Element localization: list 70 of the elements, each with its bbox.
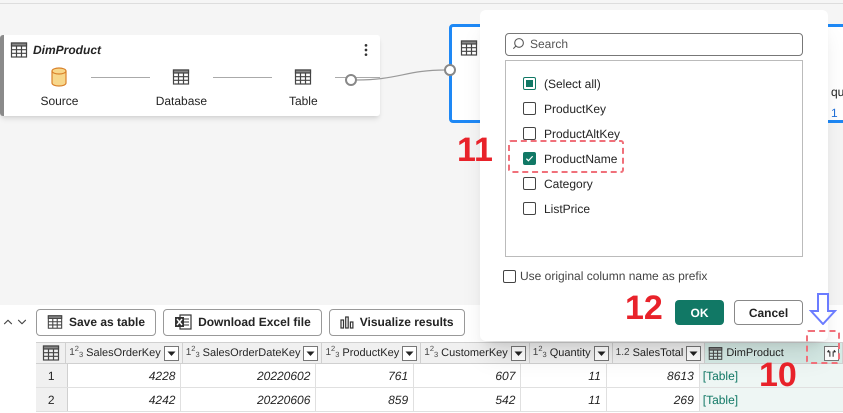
step-number: 10 [759, 358, 797, 392]
column-header[interactable]: SalesOrderDateKey [202, 344, 300, 362]
option-label[interactable]: ProductAltKey [544, 124, 620, 142]
table-cell: 11 [521, 388, 607, 411]
option-label[interactable]: ListPrice [544, 200, 590, 218]
column-header[interactable]: SalesTotal [632, 344, 684, 362]
dropdown-button[interactable] [164, 346, 179, 360]
step-label[interactable]: Database [156, 92, 208, 110]
search-field[interactable]: Search [505, 32, 803, 56]
checkbox[interactable] [523, 177, 536, 190]
table-cell: 859 [316, 388, 414, 411]
down-arrow-icon [809, 293, 837, 325]
prefix-label[interactable]: Use original column name as prefix [520, 267, 708, 285]
option-label[interactable]: (Select all) [544, 74, 601, 92]
table-cell: 542 [414, 388, 522, 411]
column-header[interactable]: ProductKey [342, 344, 400, 362]
dropdown-button[interactable] [510, 346, 526, 360]
checkbox[interactable] [523, 127, 536, 140]
table-cell: 607 [414, 364, 522, 387]
toolbar-button[interactable]: Visualize results [328, 308, 465, 336]
table-cell: 20220606 [181, 388, 316, 411]
option-label[interactable]: Category [544, 174, 593, 192]
table-cell: 761 [316, 364, 414, 387]
search-icon [512, 37, 525, 50]
row-number: 2 [36, 388, 68, 411]
step-label[interactable]: Table [288, 92, 318, 110]
expand-column-icon[interactable] [824, 346, 839, 360]
column-header[interactable]: Quantity [550, 344, 591, 362]
connector-port[interactable] [444, 64, 456, 76]
option-label[interactable]: ProductName [544, 150, 618, 168]
step-number: 11 [457, 133, 493, 167]
spreadsheet-icon [174, 314, 192, 330]
dropdown-button[interactable] [594, 346, 609, 360]
ok-button[interactable]: OK [675, 300, 724, 325]
table-cell: 4242 [68, 388, 182, 411]
table-icon [460, 39, 478, 57]
dropdown-button[interactable] [303, 346, 318, 360]
table-cell: 11 [521, 364, 607, 387]
step-count: 1 [831, 105, 839, 122]
table-link[interactable]: [Table] [702, 390, 738, 408]
cylinder-icon [51, 67, 68, 87]
toolbar-button[interactable]: Download Excel file [163, 308, 322, 336]
table-icon [708, 346, 724, 360]
table-select-icon [42, 344, 60, 362]
row-number: 1 [36, 364, 68, 387]
table-cell: 20220602 [181, 364, 316, 387]
dropdown-button[interactable] [402, 346, 418, 360]
column-header[interactable]: CustomerKey [441, 344, 508, 362]
highlight-frame [806, 330, 840, 364]
step-label[interactable]: Source [40, 92, 78, 110]
table-icon [47, 314, 63, 330]
step-number: 12 [625, 291, 663, 325]
dropdown-button[interactable] [686, 346, 702, 360]
toolbar-button[interactable]: Save as table [36, 308, 156, 336]
cancel-button[interactable]: Cancel [734, 300, 803, 325]
checkbox[interactable] [523, 152, 536, 165]
checkbox[interactable] [523, 102, 536, 115]
query-title: DimProduct [33, 42, 102, 59]
table-icon [294, 68, 312, 86]
table-cell: 4228 [68, 364, 182, 387]
checkbox[interactable] [523, 202, 536, 215]
table-link[interactable]: [Table] [702, 366, 738, 384]
bar-chart-icon [340, 315, 354, 329]
column-header[interactable]: SalesOrderKey [86, 344, 161, 362]
checkbox[interactable] [503, 270, 516, 282]
query-card[interactable]: DimProduct Source Database Table [0, 35, 380, 116]
table-icon [10, 41, 28, 59]
table-icon [172, 68, 190, 86]
option-label[interactable]: ProductKey [544, 100, 606, 118]
checkbox[interactable] [523, 77, 536, 90]
